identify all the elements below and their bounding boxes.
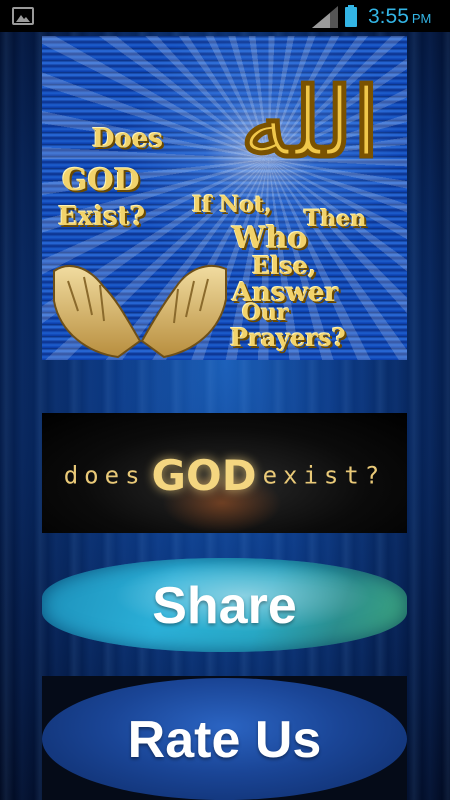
title-banner-text: does GOD exist? xyxy=(42,451,407,500)
allah-calligraphy-art: الله xyxy=(239,65,380,180)
signal-icon xyxy=(312,6,338,28)
rate-us-button[interactable]: Rate Us xyxy=(42,678,407,800)
hero-line: If Not, xyxy=(192,192,273,218)
hero-line: Prayers? xyxy=(230,323,346,352)
praying-hands-art xyxy=(53,264,227,359)
rate-us-button-label: Rate Us xyxy=(127,711,322,769)
hero-line: Then xyxy=(304,206,367,232)
hero-image: الله Does GOD Exist? If Not, Then Who El… xyxy=(42,36,407,360)
rate-button-container: Rate Us xyxy=(42,676,407,800)
battery-icon xyxy=(345,5,357,27)
hero-line: Does xyxy=(92,124,164,154)
title-banner: does GOD exist? xyxy=(42,413,407,533)
image-icon xyxy=(12,7,34,25)
title-word-exist: exist? xyxy=(262,461,386,490)
status-clock: 3:55 PM xyxy=(368,5,431,29)
hero-line: GOD xyxy=(62,163,140,198)
hero-line: Else, xyxy=(252,251,317,280)
title-word-does: does xyxy=(63,461,146,490)
title-word-god: GOD xyxy=(151,451,257,500)
svg-text:الله: الله xyxy=(240,66,379,179)
share-button[interactable]: Share xyxy=(42,558,407,652)
hero-line: Our xyxy=(242,300,289,326)
hero-line: Exist? xyxy=(58,202,146,232)
hero-line: Who xyxy=(232,221,308,256)
share-button-label: Share xyxy=(152,577,297,635)
status-bar: 3:55 PM xyxy=(0,0,450,32)
clock-time: 3:55 xyxy=(368,5,409,28)
clock-ampm: PM xyxy=(411,11,432,26)
